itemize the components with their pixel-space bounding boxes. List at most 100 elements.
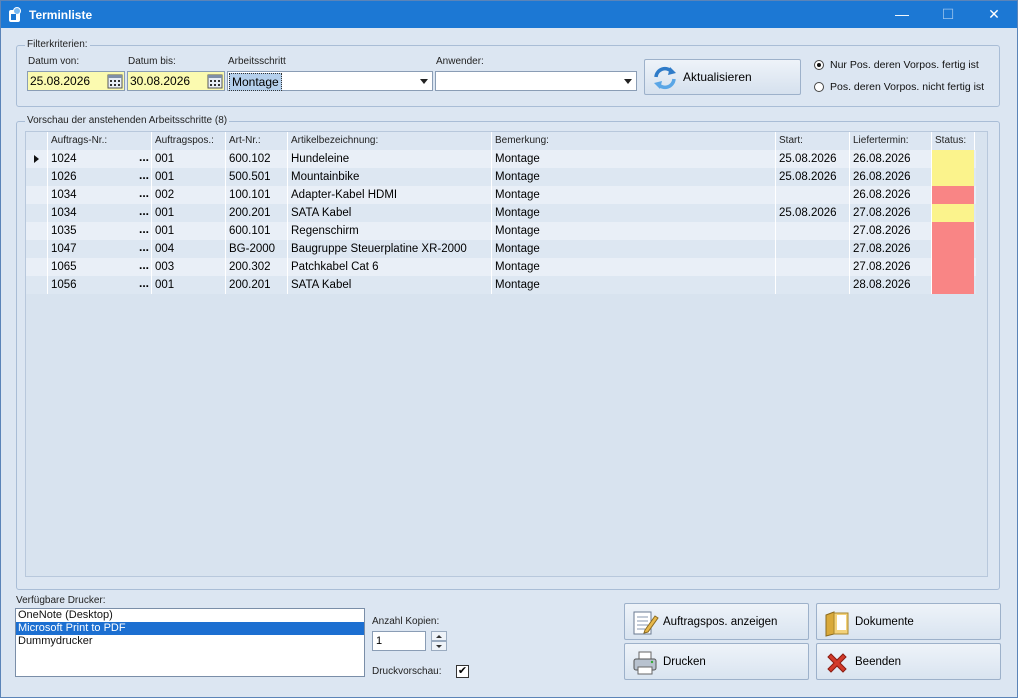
close-button[interactable]: ✕ xyxy=(971,1,1017,28)
print-preview-checkbox[interactable]: ✔ xyxy=(456,665,469,678)
cell-note[interactable]: Montage xyxy=(492,168,776,186)
calendar-icon[interactable] xyxy=(107,73,123,89)
step-combobox[interactable]: Montage xyxy=(227,71,433,91)
printer-listbox[interactable]: OneNote (Desktop) Microsoft Print to PDF… xyxy=(15,608,365,677)
row-selector[interactable] xyxy=(26,222,48,240)
cell-desc[interactable]: Mountainbike xyxy=(288,168,492,186)
date-to-field[interactable]: 30.08.2026 xyxy=(127,71,225,91)
cell-note[interactable]: Montage xyxy=(492,222,776,240)
col-header-order[interactable]: Auftrags-Nr.: xyxy=(48,132,152,150)
cell-desc[interactable]: Regenschirm xyxy=(288,222,492,240)
cell-pos[interactable]: 001 xyxy=(152,204,226,222)
cell-note[interactable]: Montage xyxy=(492,276,776,294)
col-header-desc[interactable]: Artikelbezeichnung: xyxy=(288,132,492,150)
cell-due[interactable]: 27.08.2026 xyxy=(850,222,932,240)
maximize-button[interactable]: ☐ xyxy=(925,1,971,28)
cell-start[interactable] xyxy=(776,222,850,240)
cell-pos[interactable]: 001 xyxy=(152,222,226,240)
row-selector[interactable] xyxy=(26,168,48,186)
table-row[interactable]: 1034 001 200.201 SATA Kabel Montage 25.08.202… xyxy=(26,204,976,222)
cell-art[interactable]: 600.102 xyxy=(226,150,288,168)
cell-pos[interactable]: 001 xyxy=(152,276,226,294)
order-lookup-button[interactable]: ... xyxy=(132,150,152,168)
printer-item[interactable]: OneNote (Desktop) xyxy=(16,609,364,622)
chevron-down-icon[interactable] xyxy=(420,79,428,84)
cell-start[interactable]: 25.08.2026 xyxy=(776,150,850,168)
exit-button[interactable]: Beenden xyxy=(816,643,1001,680)
spin-up-icon[interactable] xyxy=(431,631,447,641)
col-header-art[interactable]: Art-Nr.: xyxy=(226,132,288,150)
cell-desc[interactable]: Patchkabel Cat 6 xyxy=(288,258,492,276)
date-from-field[interactable]: 25.08.2026 xyxy=(27,71,125,91)
cell-due[interactable]: 26.08.2026 xyxy=(850,150,932,168)
chevron-down-icon[interactable] xyxy=(624,79,632,84)
cell-due[interactable]: 27.08.2026 xyxy=(850,258,932,276)
cell-due[interactable]: 26.08.2026 xyxy=(850,168,932,186)
order-lookup-button[interactable]: ... xyxy=(132,222,152,240)
cell-pos[interactable]: 001 xyxy=(152,168,226,186)
order-lookup-button[interactable]: ... xyxy=(132,186,152,204)
order-lookup-button[interactable]: ... xyxy=(132,276,152,294)
show-positions-button[interactable]: Auftragspos. anzeigen xyxy=(624,603,809,640)
cell-due[interactable]: 27.08.2026 xyxy=(850,204,932,222)
order-lookup-button[interactable]: ... xyxy=(132,168,152,186)
table-row[interactable]: 1047 004 BG-2000 Baugruppe Steuerplatine XR… xyxy=(26,240,976,258)
row-selector[interactable] xyxy=(26,258,48,276)
printer-item[interactable]: Dummydrucker xyxy=(16,635,364,648)
order-lookup-button[interactable]: ... xyxy=(132,204,152,222)
documents-button[interactable]: Dokumente xyxy=(816,603,1001,640)
row-selector[interactable] xyxy=(26,276,48,294)
row-selector[interactable] xyxy=(26,240,48,258)
col-header-due[interactable]: Liefertermin: xyxy=(850,132,932,150)
order-lookup-button[interactable]: ... xyxy=(132,258,152,276)
cell-desc[interactable]: Baugruppe Steuerplatine XR-2000 xyxy=(288,240,492,258)
refresh-button[interactable]: Aktualisieren xyxy=(644,59,801,95)
row-selector[interactable] xyxy=(26,204,48,222)
copies-input[interactable]: 1 xyxy=(372,631,426,651)
cell-art[interactable]: 200.201 xyxy=(226,276,288,294)
cell-art[interactable]: 600.101 xyxy=(226,222,288,240)
table-row[interactable]: 1035 001 600.101 Regenschirm Montage 27.08.20… xyxy=(26,222,976,240)
table-row[interactable]: 1034 002 100.101 Adapter-Kabel HDMI Montage 2… xyxy=(26,186,976,204)
printer-item-selected[interactable]: Microsoft Print to PDF xyxy=(16,622,364,635)
cell-note[interactable]: Montage xyxy=(492,240,776,258)
cell-start[interactable] xyxy=(776,240,850,258)
cell-art[interactable]: BG-2000 xyxy=(226,240,288,258)
table-row[interactable]: 1024 001 600.102 Hundeleine Montage 25.08.202… xyxy=(26,150,976,168)
cell-start[interactable] xyxy=(776,258,850,276)
cell-art[interactable]: 100.101 xyxy=(226,186,288,204)
cell-start[interactable]: 25.08.2026 xyxy=(776,204,850,222)
schedule-grid[interactable]: Auftrags-Nr.: Auftragspos.: Art-Nr.: Art… xyxy=(25,131,988,577)
copies-spinner[interactable] xyxy=(431,631,447,651)
radio-dot-checked[interactable] xyxy=(814,60,824,70)
calendar-icon[interactable] xyxy=(207,73,223,89)
cell-art[interactable]: 500.501 xyxy=(226,168,288,186)
cell-due[interactable]: 27.08.2026 xyxy=(850,240,932,258)
table-row[interactable]: 1026 001 500.501 Mountainbike Montage 25.08.2… xyxy=(26,168,976,186)
cell-pos[interactable]: 003 xyxy=(152,258,226,276)
cell-pos[interactable]: 001 xyxy=(152,150,226,168)
minimize-button[interactable]: — xyxy=(879,1,925,28)
user-combobox[interactable] xyxy=(435,71,637,91)
cell-note[interactable]: Montage xyxy=(492,204,776,222)
cell-due[interactable]: 28.08.2026 xyxy=(850,276,932,294)
row-selector[interactable] xyxy=(26,186,48,204)
col-header-status[interactable]: Status: xyxy=(932,132,975,150)
radio-dot-unchecked[interactable] xyxy=(814,82,824,92)
cell-start[interactable] xyxy=(776,186,850,204)
cell-note[interactable]: Montage xyxy=(492,258,776,276)
print-button[interactable]: Drucken xyxy=(624,643,809,680)
table-row[interactable]: 1056 001 200.201 SATA Kabel Montage 28.08.202… xyxy=(26,276,976,294)
cell-start[interactable]: 25.08.2026 xyxy=(776,168,850,186)
spin-down-icon[interactable] xyxy=(431,641,447,651)
cell-art[interactable]: 200.302 xyxy=(226,258,288,276)
col-header-start[interactable]: Start: xyxy=(776,132,850,150)
cell-due[interactable]: 26.08.2026 xyxy=(850,186,932,204)
cell-desc[interactable]: Hundeleine xyxy=(288,150,492,168)
cell-desc[interactable]: SATA Kabel xyxy=(288,276,492,294)
order-lookup-button[interactable]: ... xyxy=(132,240,152,258)
cell-art[interactable]: 200.201 xyxy=(226,204,288,222)
cell-desc[interactable]: SATA Kabel xyxy=(288,204,492,222)
table-row[interactable]: 1065 003 200.302 Patchkabel Cat 6 Montage 27.… xyxy=(26,258,976,276)
cell-note[interactable]: Montage xyxy=(492,150,776,168)
